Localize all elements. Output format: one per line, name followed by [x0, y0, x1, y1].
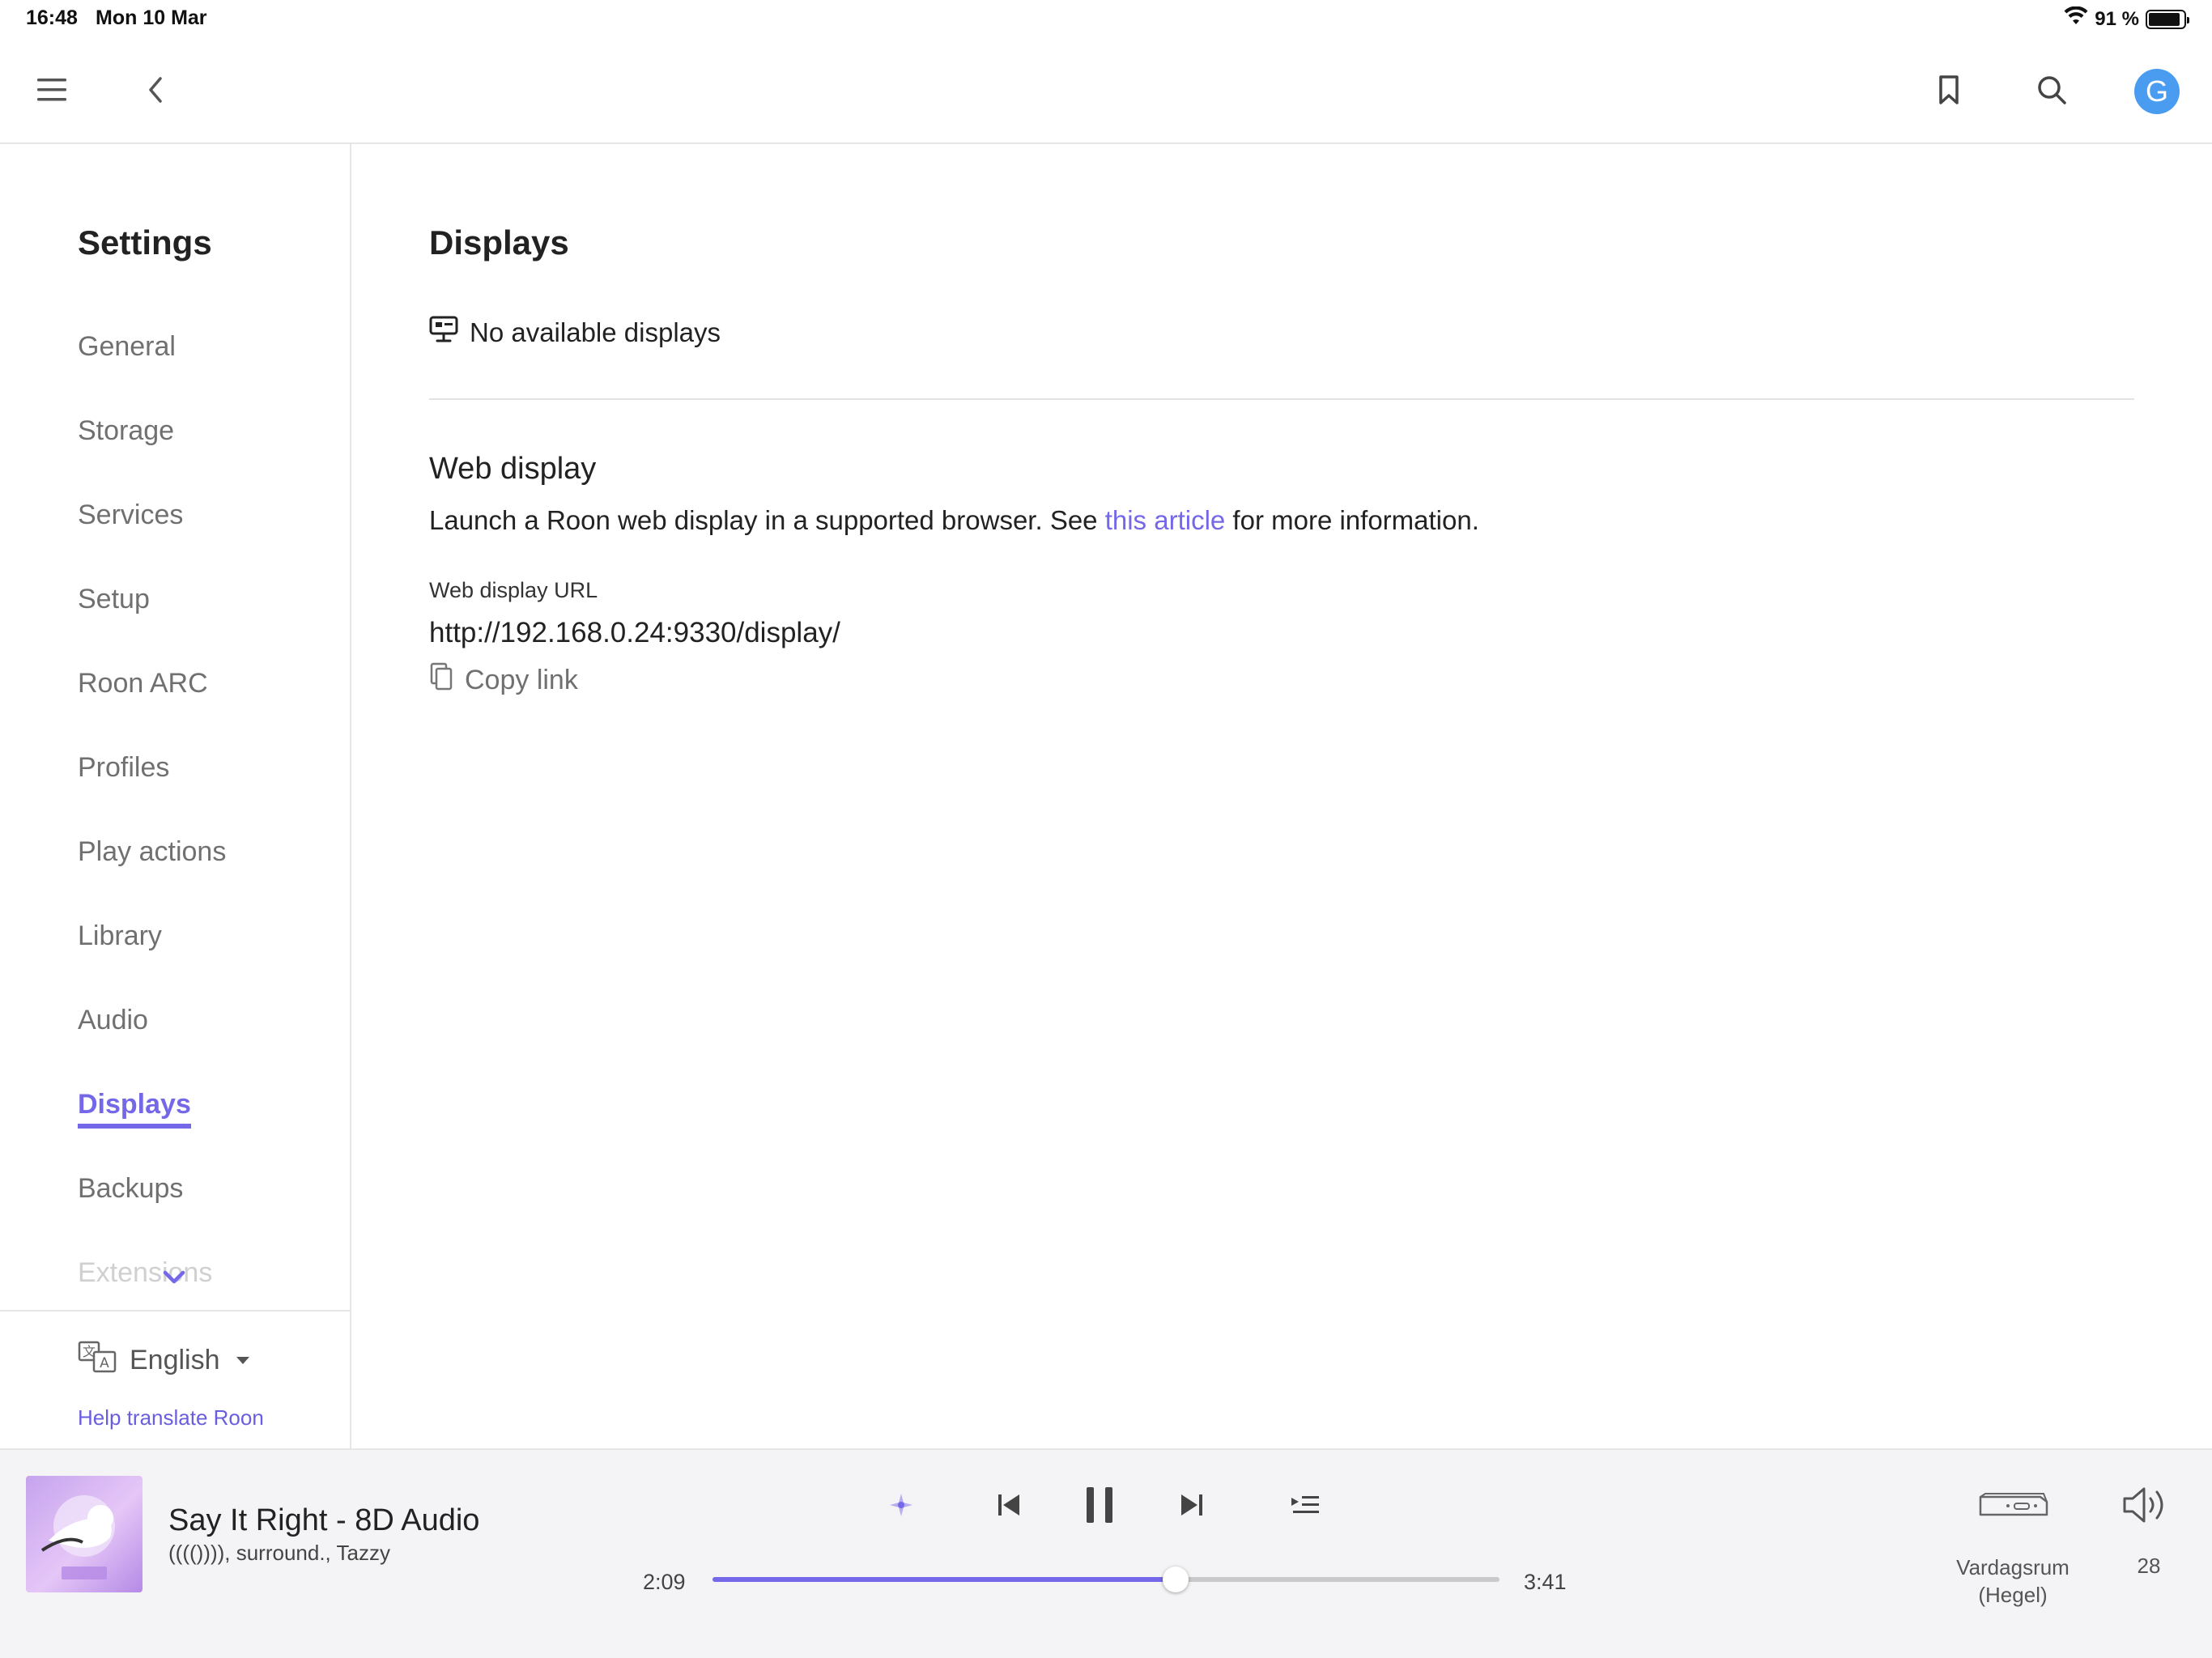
pause-icon — [1083, 1486, 1116, 1528]
next-button[interactable] — [1168, 1482, 1216, 1531]
url-label: Web display URL — [429, 578, 598, 602]
scroll-down-button[interactable] — [162, 1269, 186, 1290]
displays-panel: Displays No available displays Web displ… — [353, 144, 2212, 1448]
search-button[interactable] — [2026, 66, 2078, 117]
sidebar-item-label: Library — [78, 920, 162, 951]
settings-nav: General Storage Services Setup Roon ARC … — [78, 325, 226, 1336]
sidebar-item-label: Storage — [78, 415, 175, 446]
battery-percent: 91 % — [2095, 7, 2139, 30]
sidebar-item-general[interactable]: General — [78, 325, 226, 410]
web-display-url: http://192.168.0.24:9330/display/ — [429, 617, 840, 648]
seek-thumb[interactable] — [1162, 1567, 1189, 1592]
zone-name[interactable]: Vardagsrum (Hegel) — [1927, 1554, 2099, 1609]
status-time: 16:48 — [26, 6, 78, 29]
zone-button[interactable] — [1976, 1490, 2050, 1524]
caret-down-icon — [236, 1357, 249, 1364]
sidebar-item-label: Play actions — [78, 836, 227, 867]
sparkle-icon — [887, 1491, 915, 1523]
previous-button[interactable] — [985, 1482, 1033, 1531]
pause-button[interactable] — [1075, 1482, 1124, 1531]
hamburger-icon — [36, 76, 68, 108]
sidebar-item-audio[interactable]: Audio — [78, 999, 226, 1083]
sidebar-item-label: Audio — [78, 1005, 148, 1035]
top-nav: G — [0, 39, 2212, 144]
copy-icon — [429, 662, 453, 699]
svg-text:A: A — [100, 1355, 109, 1371]
chevron-down-icon — [162, 1270, 186, 1289]
description-text: Launch a Roon web display in a supported… — [429, 505, 1105, 535]
search-icon — [2036, 74, 2067, 109]
time-elapsed: 2:09 — [643, 1570, 686, 1594]
help-translate-link[interactable]: Help translate Roon — [78, 1405, 264, 1431]
queue-button[interactable] — [1281, 1482, 1329, 1531]
bookmark-button[interactable] — [1923, 66, 1975, 117]
no-displays-text: No available displays — [470, 317, 721, 347]
status-bar: 16:48 Mon 10 Mar 91 % — [0, 0, 2212, 39]
battery-icon — [2146, 9, 2189, 29]
skip-forward-icon — [1178, 1491, 1206, 1523]
web-display-title: Web display — [429, 452, 597, 486]
language-section: 文A English Help translate Roon — [0, 1310, 350, 1448]
settings-sidebar: Settings General Storage Services Setup … — [0, 144, 351, 1448]
sidebar-item-label: Setup — [78, 584, 150, 614]
queue-icon — [1290, 1493, 1321, 1521]
seek-bar[interactable] — [713, 1567, 1499, 1592]
sidebar-item-label: Displays — [78, 1086, 191, 1129]
amplifier-icon — [1976, 1493, 2050, 1523]
track-artists[interactable]: (((()))), surround., Tazzy — [168, 1541, 390, 1566]
section-divider — [429, 398, 2134, 400]
avatar[interactable]: G — [2134, 69, 2180, 114]
sidebar-item-label: Profiles — [78, 752, 170, 783]
sidebar-item-services[interactable]: Services — [78, 494, 226, 578]
article-link[interactable]: this article — [1105, 505, 1226, 535]
sidebar-item-label: Services — [78, 500, 184, 530]
sidebar-item-label: Extensions — [78, 1257, 213, 1288]
sidebar-item-storage[interactable]: Storage — [78, 410, 226, 494]
sidebar-item-profiles[interactable]: Profiles — [78, 746, 226, 831]
translate-icon: 文A — [78, 1341, 118, 1380]
zone-name-line1: Vardagsrum — [1956, 1555, 2069, 1579]
time-total: 3:41 — [1524, 1570, 1567, 1594]
copy-link-label: Copy link — [465, 665, 578, 695]
zone-name-line2: (Hegel) — [1978, 1583, 2048, 1607]
sidebar-item-label: Backups — [78, 1173, 184, 1204]
sidebar-item-roon-arc[interactable]: Roon ARC — [78, 662, 226, 746]
sidebar-item-play-actions[interactable]: Play actions — [78, 831, 226, 915]
no-displays-message: No available displays — [429, 316, 721, 350]
battery-fill — [2149, 12, 2180, 26]
page-title: Displays — [429, 223, 569, 261]
status-right: 91 % — [2064, 6, 2189, 32]
copy-link-button[interactable]: Copy link — [429, 662, 578, 699]
sidebar-item-setup[interactable]: Setup — [78, 578, 226, 662]
skip-back-icon — [995, 1491, 1023, 1523]
language-label: English — [130, 1345, 220, 1375]
radio-button[interactable] — [877, 1482, 925, 1531]
now-playing-bar: Say It Right - 8D Audio (((()))), surrou… — [0, 1448, 2212, 1658]
bookmark-icon — [1937, 74, 1961, 109]
volume-button[interactable] — [2121, 1486, 2172, 1528]
track-title[interactable]: Say It Right - 8D Audio — [168, 1503, 479, 1538]
volume-level: 28 — [2137, 1554, 2161, 1578]
sidebar-item-backups[interactable]: Backups — [78, 1167, 226, 1252]
web-display-description: Launch a Roon web display in a supported… — [429, 505, 1479, 536]
description-text-end: for more information. — [1225, 505, 1479, 535]
sidebar-item-label: Roon ARC — [78, 668, 208, 699]
status-date: Mon 10 Mar — [96, 6, 207, 29]
chevron-left-icon — [146, 75, 165, 108]
display-icon — [429, 316, 458, 350]
sidebar-title: Settings — [78, 223, 212, 261]
back-button[interactable] — [130, 66, 181, 117]
speaker-icon — [2121, 1487, 2172, 1528]
sidebar-item-library[interactable]: Library — [78, 915, 226, 999]
sidebar-item-label: General — [78, 331, 176, 362]
album-art[interactable] — [26, 1476, 143, 1592]
seek-progress — [713, 1577, 1176, 1582]
language-selector[interactable]: 文A English — [78, 1341, 249, 1380]
menu-button[interactable] — [26, 66, 78, 117]
sidebar-item-displays[interactable]: Displays — [78, 1083, 226, 1167]
wifi-icon — [2064, 6, 2088, 32]
